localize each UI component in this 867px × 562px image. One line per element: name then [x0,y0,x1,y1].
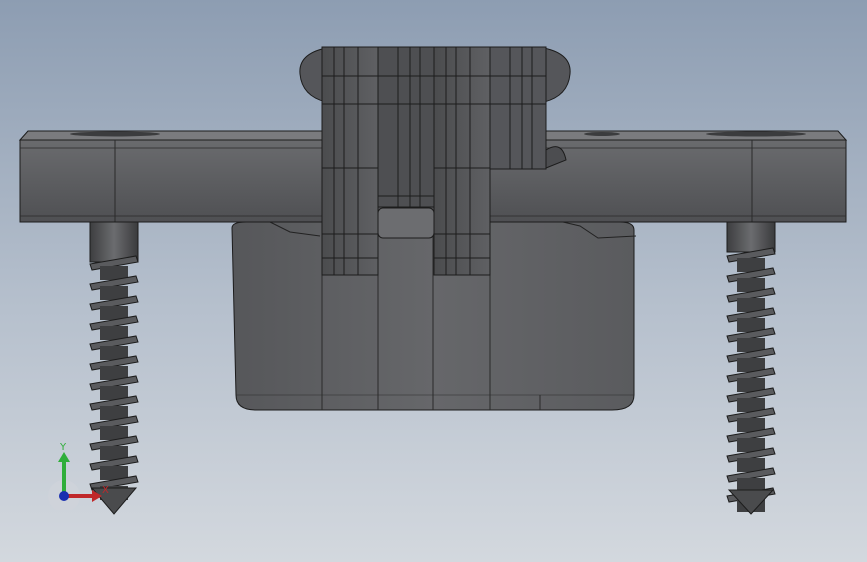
y-axis-label: Y [59,442,67,453]
z-axis-dot [59,491,69,501]
hinge-model[interactable] [0,0,867,562]
orientation-triad[interactable]: Y X [44,438,114,510]
x-axis-label: X [102,485,109,496]
y-axis-arrowhead [58,452,70,462]
x-axis-arrowhead [92,490,102,502]
cad-viewport[interactable]: Y X [0,0,867,562]
right-screw[interactable] [726,221,776,515]
